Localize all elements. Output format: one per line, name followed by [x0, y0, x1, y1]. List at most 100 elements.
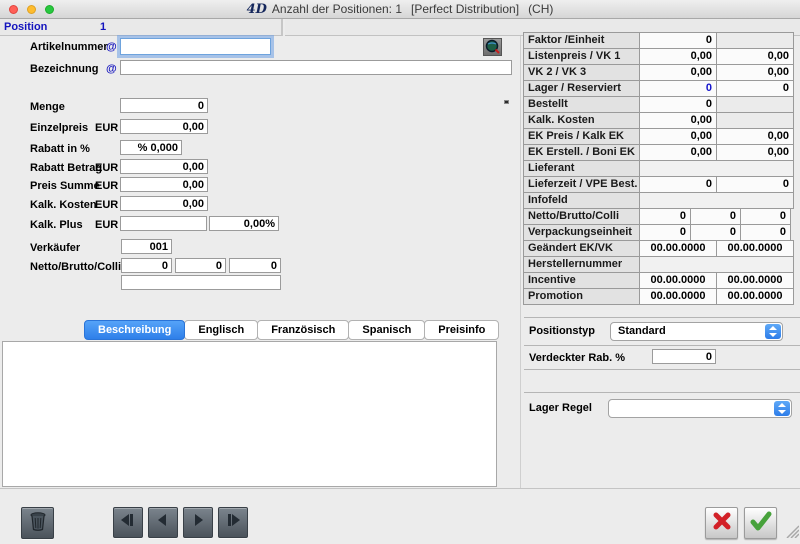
table-row: Bestellt0 [524, 96, 794, 113]
popup-stepper-icon [774, 401, 790, 416]
resize-grip-icon[interactable] [784, 523, 799, 543]
nbc-label: Netto/Brutto/Colli [30, 261, 121, 273]
kalk-plus-percent-input[interactable] [209, 216, 279, 231]
titlebar: 4D Anzahl der Positionen: 1 [Perfect Distr… [0, 0, 800, 19]
rabatt-prozent-label: Rabatt in % [30, 143, 90, 155]
description-textarea[interactable] [2, 341, 497, 487]
positionstyp-label: Positionstyp [529, 325, 595, 337]
table-row: Lieferant [524, 160, 794, 177]
globe-search-icon[interactable] [483, 38, 502, 56]
popup-stepper-icon [765, 324, 781, 339]
lager-regel-label: Lager Regel [529, 402, 592, 414]
language-tabbar: Beschreibung Englisch Französisch Spanis… [85, 320, 499, 340]
kalk-plus-input[interactable] [120, 216, 207, 231]
netto-input[interactable] [121, 258, 172, 273]
table-row: Lager / Reserviert00 [524, 80, 794, 97]
lager-link[interactable]: 0 [639, 80, 717, 97]
artikelnummer-label: Artikelnummer [30, 41, 108, 53]
colli-input[interactable] [229, 258, 281, 273]
rabatt-prozent-input[interactable] [120, 140, 182, 155]
table-row: Kalk. Kosten0,00 [524, 112, 794, 129]
nav-next-icon [190, 512, 206, 533]
bezeichnung-label: Bezeichnung [30, 63, 98, 75]
verdeckter-rabatt-input[interactable] [652, 349, 716, 364]
rabatt-betrag-currency: EUR [95, 162, 118, 174]
nav-first-button[interactable] [113, 507, 143, 538]
position-number: 1 [100, 21, 106, 33]
preis-summe-currency: EUR [95, 180, 118, 192]
4d-logo-icon: 4D [247, 2, 267, 17]
rabatt-betrag-label: Rabatt Betrag [30, 162, 102, 174]
tab-spanisch[interactable]: Spanisch [348, 320, 425, 340]
panel-divider [520, 36, 521, 488]
nav-next-button[interactable] [183, 507, 213, 538]
tab-franzoesisch[interactable]: Französisch [257, 320, 349, 340]
artikelnummer-wildcard: @ [106, 41, 117, 53]
positionstyp-popup[interactable]: Standard [610, 322, 783, 341]
table-row: Promotion00.00.000000.00.0000 [524, 288, 794, 305]
title-database: [Perfect Distribution] [411, 2, 519, 16]
table-row: EK Erstell. / Boni EK0,000,00 [524, 144, 794, 161]
confirm-button[interactable] [744, 507, 777, 539]
table-row: Lieferzeit / VPE Best.00 [524, 176, 794, 193]
kalk-plus-label: Kalk. Plus [30, 219, 83, 231]
artikelnummer-input[interactable] [120, 38, 271, 55]
kalk-kosten-input[interactable] [120, 196, 208, 211]
einzelpreis-currency: EUR [95, 122, 118, 134]
delete-position-button[interactable] [21, 507, 54, 539]
nbc-extra-input[interactable] [121, 275, 281, 290]
section-divider [524, 317, 800, 318]
table-row: Incentive00.00.000000.00.0000 [524, 272, 794, 289]
table-row: Listenpreis / VK 10,000,00 [524, 48, 794, 65]
kalk-plus-currency: EUR [95, 219, 118, 231]
tab-beschreibung[interactable]: Beschreibung [84, 320, 185, 340]
nav-last-button[interactable] [218, 507, 248, 538]
kalk-kosten-label: Kalk. Kosten [30, 199, 97, 211]
confirm-check-icon [750, 511, 772, 536]
verdeckter-rabatt-label: Verdeckter Rab. % [529, 352, 625, 364]
table-row: VK 2 / VK 30,000,00 [524, 64, 794, 81]
kalk-kosten-currency: EUR [95, 199, 118, 211]
position-label: Position [4, 21, 47, 33]
cancel-button[interactable] [705, 507, 738, 539]
bezeichnung-input[interactable] [120, 60, 512, 75]
tab-preisinfo[interactable]: Preisinfo [424, 320, 499, 340]
table-row: Verpackungseinheit000 [524, 224, 794, 241]
tab-englisch[interactable]: Englisch [184, 320, 258, 340]
lager-regel-popup[interactable] [608, 399, 792, 418]
table-row: Geändert EK/VK00.00.000000.00.0000 [524, 240, 794, 257]
table-row: Herstellernummer [524, 256, 794, 273]
header-position-section: Position 1 [0, 19, 283, 36]
bezeichnung-wildcard: @ [106, 63, 117, 75]
preis-summe-label: Preis Summe [30, 180, 100, 192]
positionstyp-value: Standard [618, 325, 666, 337]
trash-icon [29, 511, 47, 536]
verkaeufer-label: Verkäufer [30, 242, 80, 254]
brutto-input[interactable] [175, 258, 226, 273]
table-row: Netto/Brutto/Colli000 [524, 208, 794, 225]
title-count: Anzahl der Positionen: 1 [272, 2, 402, 16]
nav-last-icon [225, 512, 241, 533]
menge-label: Menge [30, 101, 65, 113]
table-row: EK Preis / Kalk EK0,000,00 [524, 128, 794, 145]
table-row: Faktor /Einheit0 [524, 32, 794, 49]
einzelpreis-label: Einzelpreis [30, 122, 88, 134]
nav-prev-icon [155, 512, 171, 533]
section-divider [524, 369, 800, 370]
menge-input[interactable] [120, 98, 208, 113]
title-region: (CH) [528, 2, 553, 16]
verkaeufer-input[interactable] [121, 239, 172, 254]
einzelpreis-input[interactable] [120, 119, 208, 134]
preis-summe-input[interactable] [120, 177, 208, 192]
app-window: 4D Anzahl der Positionen: 1 [Perfect Distr… [0, 0, 800, 544]
rabatt-betrag-input[interactable] [120, 159, 208, 174]
footer-divider [0, 488, 800, 489]
nav-prev-button[interactable] [148, 507, 178, 538]
article-info-table: Faktor /Einheit0 Listenpreis / VK 10,000… [524, 33, 794, 305]
cancel-x-icon [712, 511, 732, 536]
nav-first-icon [120, 512, 136, 533]
table-row: Infofeld [524, 192, 794, 209]
section-divider [524, 392, 800, 393]
indicator-dot [504, 100, 509, 104]
section-divider [524, 345, 800, 346]
